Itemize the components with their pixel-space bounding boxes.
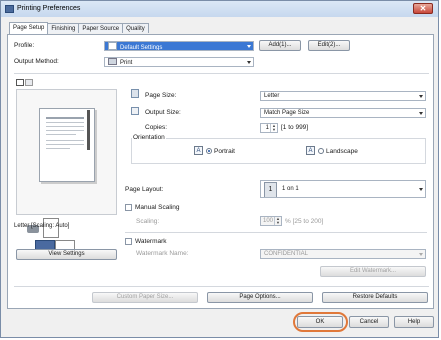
edit-watermark-button[interactable]: Edit Watermark... <box>320 266 426 277</box>
divider <box>14 286 429 287</box>
copies-value: 1 <box>265 125 269 131</box>
preview-line-icon <box>46 148 70 149</box>
watermark-name-label: Watermark Name: <box>136 250 189 257</box>
page-size-value: Letter <box>264 93 280 99</box>
staple-edge-icon <box>87 110 90 150</box>
divider <box>14 73 429 74</box>
copies-stepper[interactable]: 1 ▲ ▼ <box>260 123 278 133</box>
cancel-button[interactable]: Cancel <box>349 316 389 328</box>
printing-preferences-window: Printing Preferences ✕ Page Setup Finish… <box>0 0 439 338</box>
page-setup-panel: Profile: Default Settings Add(1)... Edit… <box>7 34 434 309</box>
scaling-range: % [25 to 200] <box>285 218 324 225</box>
watermark-name-value: CONFIDENTIAL <box>264 251 309 257</box>
stepper-arrows-icon[interactable]: ▲ ▼ <box>274 217 281 225</box>
portrait-icon: A <box>194 146 203 155</box>
output-size-icon <box>131 107 139 115</box>
chevron-down-icon <box>419 95 423 98</box>
tab-finishing[interactable]: Finishing <box>47 23 80 33</box>
printer-icon <box>5 5 14 13</box>
help-button[interactable]: Help <box>394 316 434 328</box>
page-size-icon <box>131 89 139 98</box>
chevron-down-icon <box>247 61 251 64</box>
page-size-dropdown[interactable]: Letter <box>260 91 426 101</box>
chevron-down-icon <box>247 45 251 48</box>
print-icon <box>108 58 117 65</box>
chevron-down-icon <box>419 253 423 256</box>
preview-line-icon <box>46 134 76 135</box>
watermark-checkbox[interactable] <box>125 238 132 245</box>
custom-paper-size-button[interactable]: Custom Paper Size... <box>92 292 198 303</box>
preview-line-icon <box>46 130 84 131</box>
restore-defaults-button[interactable]: Restore Defaults <box>322 292 428 303</box>
profile-label: Profile: <box>14 42 35 49</box>
tab-page-setup[interactable]: Page Setup <box>9 22 49 34</box>
output-method-value: Print <box>120 60 133 66</box>
scaling-stepper[interactable]: 100 ▲ ▼ <box>260 216 282 226</box>
scaling-value: 100 <box>262 218 273 224</box>
orientation-label: Orientation <box>132 134 166 141</box>
preview-line-icon <box>46 117 84 119</box>
chevron-down-icon <box>419 188 423 191</box>
manual-scaling-checkbox[interactable] <box>125 204 132 211</box>
page-layout-value: 1 on 1 <box>282 186 299 192</box>
output-size-dropdown[interactable]: Match Page Size <box>260 108 426 118</box>
printer-preview-toggle-icon[interactable] <box>25 79 33 86</box>
page-preview-area <box>16 89 117 252</box>
ok-highlight-ring <box>293 312 348 332</box>
copies-range: [1 to 999] <box>281 124 309 131</box>
watermark-label: Watermark <box>135 238 167 245</box>
landscape-label: Landscape <box>326 148 358 155</box>
stepper-arrows-icon[interactable]: ▲ ▼ <box>270 124 277 132</box>
output-size-label: Output Size: <box>145 109 181 116</box>
tab-strip: Page Setup Finishing Paper Source Qualit… <box>9 22 149 34</box>
output-method-dropdown[interactable]: Print <box>104 57 254 67</box>
page-layout-label: Page Layout: <box>125 186 164 193</box>
page-layout-dropdown[interactable]: 1 1 on 1 <box>260 180 426 198</box>
add-profile-button[interactable]: Add(1)... <box>259 40 301 51</box>
tab-quality[interactable]: Quality <box>122 23 149 33</box>
orientation-group <box>131 138 426 164</box>
landscape-icon: A <box>306 146 315 155</box>
title-bar: Printing Preferences ✕ <box>1 1 438 17</box>
watermark-name-dropdown[interactable]: CONFIDENTIAL <box>260 249 426 259</box>
profile-dropdown[interactable]: Default Settings <box>104 41 254 51</box>
page-preview-toggle-icon[interactable] <box>16 79 24 86</box>
edit-profile-button[interactable]: Edit(2)... <box>308 40 350 51</box>
close-button[interactable]: ✕ <box>413 3 433 14</box>
portrait-radio[interactable] <box>206 148 212 154</box>
output-method-label: Output Method: <box>14 58 59 65</box>
profile-icon <box>108 42 117 50</box>
preview-line-icon <box>46 126 84 127</box>
page-size-label: Page Size: <box>145 92 177 99</box>
preview-line-icon <box>46 122 84 123</box>
divider <box>125 232 427 233</box>
output-size-value: Match Page Size <box>264 110 310 116</box>
chevron-down-icon <box>419 112 423 115</box>
manual-scaling-label: Manual Scaling <box>135 204 180 211</box>
tab-paper-source[interactable]: Paper Source <box>78 23 124 33</box>
preview-line-icon <box>46 140 84 141</box>
window-title: Printing Preferences <box>17 5 81 12</box>
view-settings-button[interactable]: View Settings <box>16 249 117 260</box>
profile-value: Default Settings <box>120 45 163 51</box>
portrait-label: Portrait <box>214 148 235 155</box>
landscape-radio[interactable] <box>318 148 324 154</box>
copies-label: Copies: <box>145 124 168 131</box>
page-layout-badge: 1 <box>264 182 277 197</box>
page-options-button[interactable]: Page Options... <box>207 292 313 303</box>
scaling-label: Scaling: <box>136 218 160 225</box>
preview-caption: Letter [Scaling: Auto] <box>14 223 70 229</box>
preview-line-icon <box>46 144 84 145</box>
